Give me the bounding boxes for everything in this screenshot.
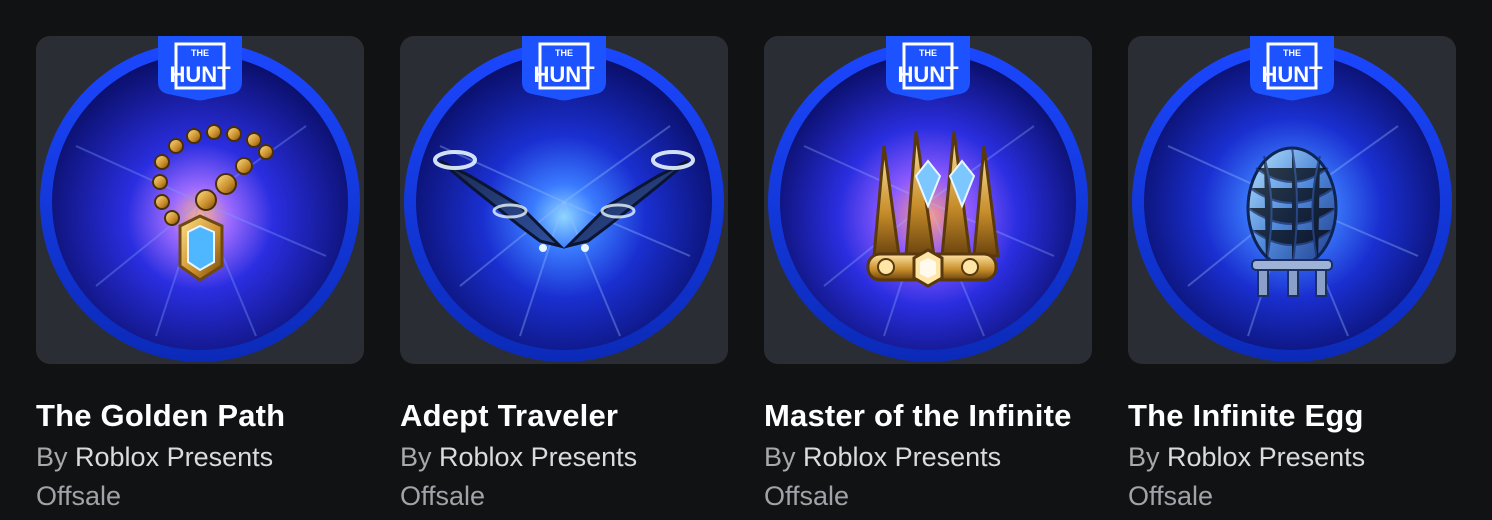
item-card[interactable]: THE HUNT Adept Traveler By Roblox Presen… (400, 36, 728, 512)
item-thumbnail[interactable]: THE HUNT (764, 36, 1092, 364)
item-creator: By Roblox Presents (1128, 442, 1456, 473)
item-creator: By Roblox Presents (764, 442, 1092, 473)
by-label: By (36, 442, 68, 472)
item-thumbnail[interactable]: THE HUNT (1128, 36, 1456, 364)
item-title[interactable]: Master of the Infinite (764, 398, 1092, 434)
svg-text:HUNT: HUNT (897, 62, 959, 87)
item-title[interactable]: The Infinite Egg (1128, 398, 1456, 434)
svg-text:HUNT: HUNT (1261, 62, 1323, 87)
creator-name[interactable]: Roblox Presents (75, 442, 273, 472)
item-card[interactable]: THE HUNT The Golden Path By Roblox Prese… (36, 36, 364, 512)
hunt-badge: THE HUNT (522, 36, 606, 101)
item-card[interactable]: THE HUNT Master of the Infinite By Roblo… (764, 36, 1092, 512)
item-card[interactable]: THE HUNT The Infinite Egg By Roblox Pres… (1128, 36, 1456, 512)
creator-name[interactable]: Roblox Presents (1167, 442, 1365, 472)
golden-necklace-icon: THE HUNT (40, 36, 360, 362)
svg-text:HUNT: HUNT (533, 62, 595, 87)
sale-status: Offsale (764, 481, 850, 511)
svg-text:THE: THE (919, 48, 937, 58)
by-label: By (1128, 442, 1160, 472)
by-label: By (400, 442, 432, 472)
hunt-badge: THE HUNT (886, 36, 970, 101)
svg-text:THE: THE (555, 48, 573, 58)
hunt-badge: THE HUNT (1250, 36, 1334, 101)
crown-icon: THE HUNT (768, 36, 1088, 362)
sale-status: Offsale (1128, 481, 1214, 511)
svg-text:HUNT: HUNT (169, 62, 231, 87)
item-thumbnail[interactable]: THE HUNT (400, 36, 728, 364)
sale-status: Offsale (400, 481, 486, 511)
hunt-badge: THE HUNT (158, 36, 242, 101)
creator-name[interactable]: Roblox Presents (803, 442, 1001, 472)
item-thumbnail[interactable]: THE HUNT (36, 36, 364, 364)
item-title[interactable]: The Golden Path (36, 398, 364, 434)
item-title[interactable]: Adept Traveler (400, 398, 728, 434)
item-creator: By Roblox Presents (36, 442, 364, 473)
by-label: By (764, 442, 796, 472)
wings-icon: THE HUNT (404, 36, 724, 362)
item-creator: By Roblox Presents (400, 442, 728, 473)
egg-icon: THE HUNT (1132, 36, 1452, 362)
svg-text:THE: THE (191, 48, 209, 58)
creator-name[interactable]: Roblox Presents (439, 442, 637, 472)
svg-text:THE: THE (1283, 48, 1301, 58)
item-grid: THE HUNT The Golden Path By Roblox Prese… (36, 36, 1456, 512)
sale-status: Offsale (36, 481, 122, 511)
